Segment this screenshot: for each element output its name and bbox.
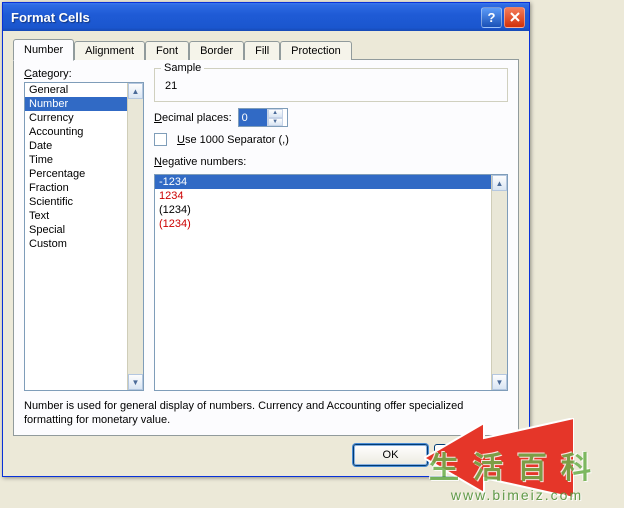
category-item-text[interactable]: Text — [25, 209, 127, 223]
negative-item-0[interactable]: -1234 — [155, 175, 491, 189]
tab-fill[interactable]: Fill — [244, 41, 280, 60]
category-item-currency[interactable]: Currency — [25, 111, 127, 125]
scroll-up-button[interactable]: ▲ — [128, 83, 143, 99]
help-button[interactable]: ? — [481, 7, 502, 28]
decimal-row: Decimal places: ▲ ▼ — [154, 108, 508, 127]
category-item-time[interactable]: Time — [25, 153, 127, 167]
dialog-buttons: OK Cancel — [13, 436, 519, 466]
titlebar[interactable]: Format Cells ? — [3, 3, 529, 31]
cancel-button[interactable]: Cancel — [434, 444, 509, 466]
separator-row[interactable]: Use 1000 Separator (,) — [154, 133, 508, 146]
category-item-custom[interactable]: Custom — [25, 237, 127, 251]
tab-border[interactable]: Border — [189, 41, 244, 60]
category-scrollbar[interactable]: ▲ ▼ — [127, 83, 143, 390]
ok-button[interactable]: OK — [353, 444, 428, 466]
category-item-general[interactable]: General — [25, 83, 127, 97]
tab-alignment[interactable]: Alignment — [74, 41, 145, 60]
options-column: Sample 21 Decimal places: ▲ ▼ — [154, 68, 508, 391]
tabstrip: Number Alignment Font Border Fill Protec… — [13, 39, 519, 60]
separator-label: Use 1000 Separator (,) — [177, 134, 289, 146]
category-column: Category: General Number Currency Accoun… — [24, 68, 144, 391]
category-item-percentage[interactable]: Percentage — [25, 167, 127, 181]
tab-number[interactable]: Number — [13, 39, 74, 61]
negative-item-3[interactable]: (1234) — [155, 217, 491, 231]
close-icon — [509, 11, 521, 23]
watermark-url: www.bimeiz.com — [412, 487, 622, 503]
category-item-number[interactable]: Number — [25, 97, 127, 111]
category-item-special[interactable]: Special — [25, 223, 127, 237]
negative-scroll-up[interactable]: ▲ — [492, 175, 507, 191]
decimal-down-button[interactable]: ▼ — [268, 118, 283, 127]
negative-scrollbar[interactable]: ▲ ▼ — [491, 175, 507, 390]
window-title: Format Cells — [11, 10, 479, 25]
negative-item-1[interactable]: 1234 — [155, 189, 491, 203]
scroll-down-button[interactable]: ▼ — [128, 374, 143, 390]
description-text: Number is used for general display of nu… — [24, 399, 508, 427]
negative-listbox[interactable]: -1234 1234 (1234) (1234) ▲ ▼ — [154, 174, 508, 391]
tab-font[interactable]: Font — [145, 41, 189, 60]
category-item-scientific[interactable]: Scientific — [25, 195, 127, 209]
client-area: Number Alignment Font Border Fill Protec… — [3, 31, 529, 476]
decimal-label: Decimal places: — [154, 112, 232, 124]
format-cells-dialog: Format Cells ? Number Alignment Font Bor… — [2, 2, 530, 477]
category-item-date[interactable]: Date — [25, 139, 127, 153]
tab-protection[interactable]: Protection — [280, 41, 352, 60]
negative-scroll-down[interactable]: ▼ — [492, 374, 507, 390]
sample-label: Sample — [161, 62, 204, 74]
negative-scroll-track[interactable] — [492, 191, 507, 374]
category-label: Category: — [24, 68, 144, 80]
separator-checkbox[interactable] — [154, 133, 167, 146]
sample-group: Sample 21 — [154, 68, 508, 102]
decimal-input[interactable] — [239, 109, 267, 126]
close-button[interactable] — [504, 7, 525, 28]
sample-value: 21 — [163, 79, 499, 93]
tab-pane-number: Category: General Number Currency Accoun… — [13, 59, 519, 436]
negative-item-2[interactable]: (1234) — [155, 203, 491, 217]
scroll-track[interactable] — [128, 99, 143, 374]
negative-label: Negative numbers: — [154, 156, 508, 168]
category-item-fraction[interactable]: Fraction — [25, 181, 127, 195]
decimal-up-button[interactable]: ▲ — [268, 109, 283, 118]
category-listbox[interactable]: General Number Currency Accounting Date … — [24, 82, 144, 391]
category-item-accounting[interactable]: Accounting — [25, 125, 127, 139]
decimal-spinner[interactable]: ▲ ▼ — [238, 108, 288, 127]
